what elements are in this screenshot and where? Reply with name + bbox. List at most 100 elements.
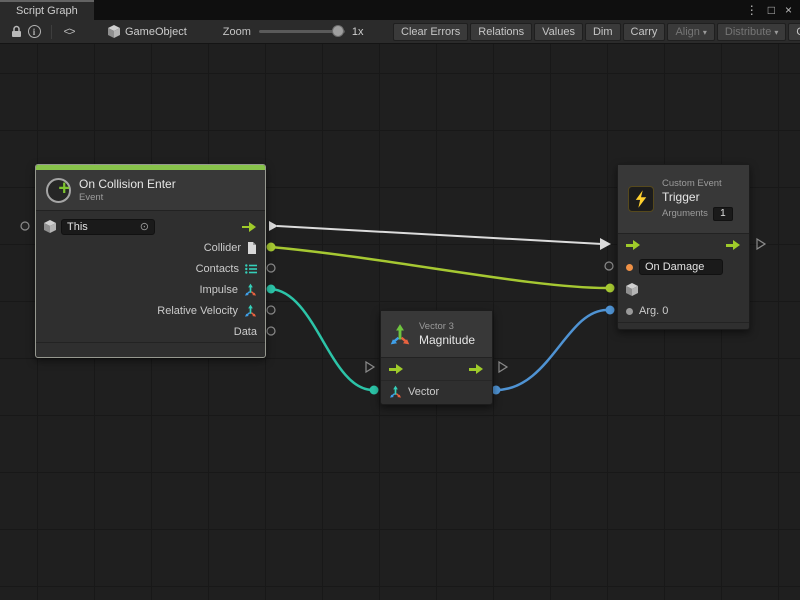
chevron-down-icon: ▾ — [774, 25, 778, 40]
flow-out-port-icon[interactable] — [242, 222, 257, 232]
zoom-label: Zoom — [223, 26, 251, 38]
string-type-dot — [626, 264, 633, 271]
tab-bar: Script Graph ⋮ □ × — [0, 0, 800, 20]
arg0-row: Arg. 0 — [618, 300, 749, 322]
graph-toolbar: i <> GameObject Zoom 1x Clear Errors Rel… — [0, 20, 800, 44]
port-event-target-in[interactable] — [606, 284, 615, 293]
carry-button[interactable]: Carry — [623, 23, 666, 41]
node-group-label: Custom Event — [662, 178, 733, 189]
port-vector-in[interactable] — [370, 386, 379, 395]
clear-errors-button[interactable]: Clear Errors — [393, 23, 468, 41]
window-controls: ⋮ □ × — [746, 0, 800, 20]
output-row-contacts: Contacts — [36, 258, 265, 279]
port-event-flow-out[interactable] — [757, 239, 765, 249]
vector3-icon — [389, 385, 402, 398]
graph-canvas[interactable]: + On Collision Enter Event This ⊙ — [0, 44, 800, 600]
output-row-relative-velocity: Relative Velocity — [36, 300, 265, 321]
value-type-dot — [626, 308, 633, 315]
wire-magnitude-arg0[interactable] — [496, 310, 607, 390]
custom-event-icon — [628, 186, 654, 212]
flow-in-port-icon[interactable] — [626, 240, 641, 250]
collision-event-icon: + — [46, 178, 71, 203]
port-relative-velocity-out[interactable] — [267, 306, 275, 314]
port-this-in[interactable] — [21, 222, 29, 230]
flow-out-port-icon[interactable] — [726, 240, 741, 250]
align-dropdown[interactable]: Align▾ — [667, 23, 714, 41]
cube-icon — [626, 283, 638, 296]
arguments-row: Arguments 1 — [662, 207, 733, 221]
unity-editor: Script Graph ⋮ □ × i <> GameObject Zoom … — [0, 0, 800, 600]
object-picker-icon: ⊙ — [140, 220, 149, 234]
flow-row — [381, 358, 492, 380]
node-on-collision-enter[interactable]: + On Collision Enter Event This ⊙ — [35, 164, 266, 358]
output-row-impulse: Impulse — [36, 279, 265, 300]
gameobject-selector[interactable]: GameObject — [108, 25, 187, 38]
relations-button[interactable]: Relations — [470, 23, 532, 41]
node-subtitle: Event — [79, 192, 176, 203]
port-contacts-out[interactable] — [267, 264, 275, 272]
gameobject-label: GameObject — [125, 26, 187, 38]
toolbar-separator — [51, 25, 52, 39]
wire-impulse-vector[interactable] — [271, 289, 373, 390]
cube-icon — [108, 25, 120, 38]
info-icon[interactable]: i — [25, 23, 43, 41]
magnitude-node-header: Vector 3 Magnitude — [381, 311, 492, 357]
node-title: Magnitude — [419, 333, 475, 347]
custom-event-node-header: Custom Event Trigger Arguments 1 — [618, 165, 749, 233]
zoom-slider[interactable] — [259, 30, 345, 33]
maximize-icon[interactable]: □ — [768, 4, 775, 16]
node-title: On Collision Enter — [79, 177, 176, 191]
port-collider-out[interactable] — [267, 243, 276, 252]
vector3-icon — [244, 283, 257, 296]
port-flow-out-marker[interactable] — [269, 221, 278, 231]
lock-icon[interactable] — [7, 23, 25, 41]
port-magnitude-flow-out[interactable] — [499, 362, 507, 372]
port-impulse-out[interactable] — [267, 285, 276, 294]
dim-button[interactable]: Dim — [585, 23, 621, 41]
wire-flow[interactable] — [277, 226, 602, 244]
port-arg0-in[interactable] — [606, 306, 615, 315]
code-view-icon[interactable]: <> — [60, 23, 78, 41]
arguments-label: Arguments — [662, 208, 708, 219]
tab-title: Script Graph — [16, 5, 78, 17]
values-button[interactable]: Values — [534, 23, 583, 41]
output-row-collider: Collider — [36, 237, 265, 258]
distribute-dropdown[interactable]: Distribute▾ — [717, 23, 786, 41]
node-footer — [36, 342, 265, 359]
wire-flow-arrowhead — [600, 238, 611, 250]
close-icon[interactable]: × — [785, 4, 792, 16]
tab-script-graph[interactable]: Script Graph — [0, 0, 94, 20]
arguments-count-input[interactable]: 1 — [713, 207, 733, 221]
collider-doc-icon — [247, 242, 257, 254]
vector3-icon — [389, 323, 411, 345]
flow-in-port-icon[interactable] — [389, 364, 404, 374]
port-magnitude-flow-in[interactable] — [366, 362, 374, 372]
toolbar-buttons: Clear Errors Relations Values Dim Carry … — [393, 23, 800, 41]
flow-row — [618, 234, 749, 256]
flow-out-port-icon[interactable] — [469, 364, 484, 374]
event-name-row: On Damage — [618, 256, 749, 278]
wire-collider[interactable] — [271, 247, 607, 288]
output-row-data: Data — [36, 321, 265, 342]
port-event-name-in[interactable] — [605, 262, 613, 270]
node-vector3-magnitude[interactable]: Vector 3 Magnitude Vector — [380, 310, 493, 405]
target-self-field[interactable]: This ⊙ — [61, 219, 155, 235]
zoom-slider-knob[interactable] — [332, 25, 344, 37]
event-name-input[interactable]: On Damage — [639, 259, 723, 275]
vector3-icon — [244, 304, 257, 317]
event-target-row — [618, 278, 749, 300]
port-data-out[interactable] — [267, 327, 275, 335]
vector-input-row: Vector — [381, 380, 492, 402]
list-icon — [245, 264, 257, 274]
menu-icon[interactable]: ⋮ — [746, 4, 758, 16]
node-custom-event-trigger[interactable]: Custom Event Trigger Arguments 1 On Dama… — [617, 164, 750, 330]
node-group-label: Vector 3 — [419, 321, 475, 332]
collision-node-header: + On Collision Enter Event — [36, 170, 265, 210]
target-row: This ⊙ — [36, 216, 265, 237]
overview-button[interactable]: Overv — [788, 23, 800, 41]
zoom-value: 1x — [352, 26, 364, 38]
cube-icon — [44, 220, 56, 233]
node-title: Trigger — [662, 190, 733, 204]
chevron-down-icon: ▾ — [703, 25, 707, 40]
node-footer — [618, 322, 749, 331]
